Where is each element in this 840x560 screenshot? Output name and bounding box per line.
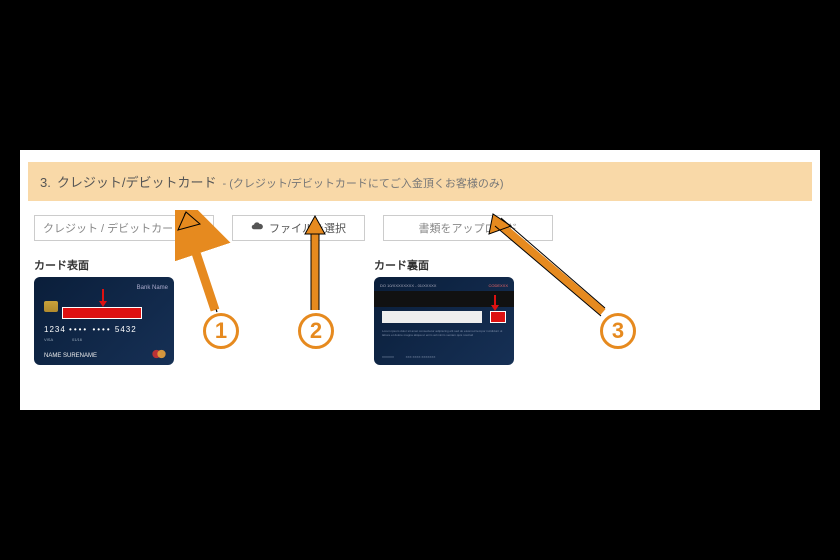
controls-row: クレジット / デビットカード ファイルを選択 書類をアップロード [20,201,820,247]
card-front: Bank Name 1234 •••• •••• 5432 VISA 01/16… [34,277,174,365]
card-type-select[interactable]: クレジット / デビットカード [34,215,214,241]
card-holder: NAME SURENAME [44,353,97,359]
cloud-upload-icon [251,222,263,235]
card-number-prefix: 1234 [44,325,66,334]
annotation-number-3: 3 [600,313,636,349]
card-fineprint-2: XXXXXX XXX XXXX XXXXXXX [382,355,506,359]
card-brand-icon [150,349,168,359]
annotation-number-2: 2 [298,313,334,349]
upload-label: 書類をアップロード [419,220,518,236]
card-front-label: カード表面 [34,257,174,273]
card-back: DO 10/XXXXXXXX - 01/XXXXX CODEXXX Lorem … [374,277,514,365]
annotation-number-1: 1 [203,313,239,349]
choose-file-button[interactable]: ファイルを選択 [232,215,365,241]
card-back-topline-right: CODEXXX [488,283,508,288]
card-back-column: カード裏面 DO 10/XXXXXXXX - 01/XXXXX CODEXXX … [374,257,514,365]
down-arrow-icon [97,289,109,309]
card-back-topline: DO 10/XXXXXXXX - 01/XXXXX [380,283,436,288]
card-expiry: 01/16 [72,337,82,342]
upload-panel: 3. クレジット/デビットカード - (クレジット/デビットカードにてご入金頂く… [20,150,820,410]
section-title: クレジット/デビットカード [57,172,217,191]
card-number-masked: •••• •••• [69,325,112,334]
section-subtitle: - (クレジット/デビットカードにてご入金頂くお客様のみ) [222,175,503,191]
card-bank-name: Bank Name [137,285,168,291]
section-header: 3. クレジット/デビットカード - (クレジット/デビットカードにてご入金頂く… [28,162,812,201]
select-placeholder: クレジット / デビットカード [43,220,184,236]
card-number-suffix: 5432 [115,325,137,334]
cards-row: カード表面 Bank Name 1234 •••• •••• 5432 VISA… [20,247,820,365]
card-fineprint: Lorem ipsum dolor sit amet consectetur a… [382,329,506,337]
section-number: 3. [40,175,51,190]
card-back-label: カード裏面 [374,257,514,273]
down-arrow-icon [490,295,500,313]
chevron-down-icon [197,222,205,234]
card-front-column: カード表面 Bank Name 1234 •••• •••• 5432 VISA… [34,257,174,365]
signature-strip [382,311,482,323]
card-number: 1234 •••• •••• 5432 [44,325,137,334]
card-brand-small: VISA [44,337,53,342]
choose-file-label: ファイルを選択 [269,220,346,236]
upload-button[interactable]: 書類をアップロード [383,215,553,241]
card-chip-icon [44,301,58,312]
